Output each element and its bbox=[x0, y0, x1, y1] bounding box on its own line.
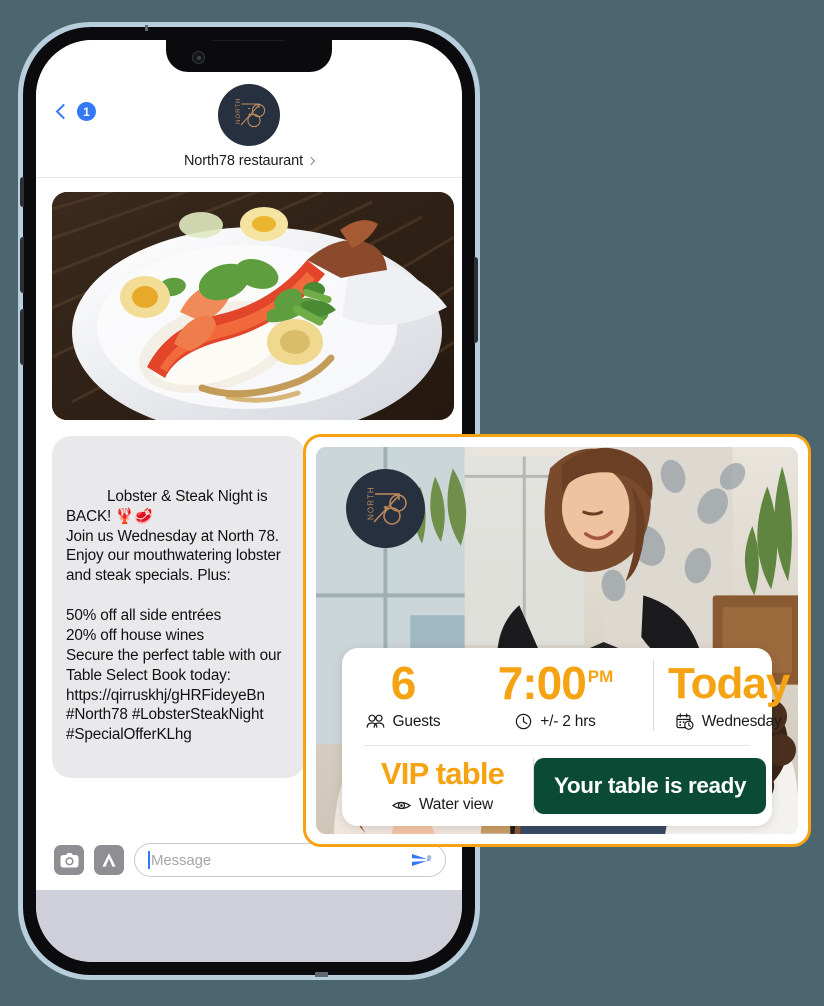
time-value-row: 7:00 PM bbox=[498, 660, 614, 706]
time-value: 7:00 bbox=[497, 656, 587, 709]
contact-name: North78 restaurant bbox=[183, 153, 316, 169]
booking-details-row-top: 6 Guests 7:00 PM +/- 2 hrs Today Wednesd… bbox=[348, 658, 790, 745]
table-type-label-row: Water view bbox=[391, 796, 494, 814]
text-caret bbox=[148, 851, 150, 869]
time-label: +/- 2 hrs bbox=[540, 712, 596, 730]
silent-switch[interactable] bbox=[20, 177, 24, 207]
guests-value: 6 bbox=[390, 656, 417, 709]
send-paperplane-icon bbox=[412, 854, 432, 866]
message-input[interactable]: Message bbox=[134, 843, 446, 877]
cta-cell: Your table is ready bbox=[534, 758, 767, 814]
time-cell[interactable]: 7:00 PM +/- 2 hrs bbox=[458, 659, 654, 731]
booking-details-row-bottom: VIP table Water view Your table is ready bbox=[348, 746, 767, 816]
table-ready-button[interactable]: Your table is ready bbox=[534, 758, 767, 814]
volume-up-button[interactable] bbox=[20, 237, 24, 293]
guests-cell[interactable]: 6 Guests bbox=[348, 660, 458, 731]
back-button[interactable]: 1 bbox=[55, 102, 96, 121]
message-text: Lobster & Steak Night is BACK! 🦞🥩 Join u… bbox=[66, 487, 282, 744]
send-button[interactable] bbox=[411, 851, 433, 869]
message-photo-attachment[interactable] bbox=[52, 192, 454, 420]
date-label-row: Wednesday bbox=[676, 713, 782, 731]
calendar-clock-icon bbox=[676, 713, 694, 730]
offer-card-logo: NORTH bbox=[346, 469, 425, 548]
phone-notch bbox=[166, 40, 332, 72]
guests-label-row: Guests bbox=[366, 713, 441, 731]
svg-text:NORTH: NORTH bbox=[235, 98, 242, 124]
table-type-cell[interactable]: VIP table Water view bbox=[348, 758, 534, 814]
date-value: Today bbox=[668, 658, 790, 708]
app-store-icon bbox=[102, 853, 116, 867]
booking-offer-card: NORTH 6 Guests 7:00 PM +/- 2 hrs Today W… bbox=[303, 434, 811, 847]
front-camera-icon bbox=[192, 51, 205, 64]
clock-icon bbox=[515, 713, 532, 730]
lobster-dish-image bbox=[52, 192, 454, 420]
earpiece-speaker bbox=[209, 40, 289, 41]
date-label: Wednesday bbox=[701, 712, 782, 730]
eye-icon bbox=[391, 799, 411, 812]
svg-text:NORTH: NORTH bbox=[367, 486, 376, 520]
time-meridiem: PM bbox=[587, 667, 614, 687]
guests-label: Guests bbox=[392, 712, 441, 730]
contact-name-text: North78 restaurant bbox=[183, 153, 304, 169]
unread-badge: 1 bbox=[77, 102, 96, 121]
camera-button[interactable] bbox=[54, 845, 84, 875]
antenna-line-top bbox=[145, 25, 148, 31]
avatar[interactable]: NORTH bbox=[218, 84, 280, 146]
people-group-icon bbox=[366, 714, 385, 729]
message-placeholder: Message bbox=[151, 851, 212, 869]
north78-logo-icon: NORTH bbox=[367, 486, 407, 525]
table-type-label: Water view bbox=[418, 796, 494, 813]
table-type-value: VIP table bbox=[380, 756, 505, 791]
power-button[interactable] bbox=[474, 257, 478, 343]
contact-header[interactable]: NORTH North78 restaurant bbox=[36, 84, 462, 169]
offer-photo: NORTH 6 Guests 7:00 PM +/- 2 hrs Today W… bbox=[316, 447, 798, 834]
booking-details-panel: 6 Guests 7:00 PM +/- 2 hrs Today Wednesd… bbox=[342, 647, 790, 826]
volume-down-button[interactable] bbox=[20, 309, 24, 365]
antenna-line-bottom bbox=[315, 972, 328, 977]
incoming-message-bubble[interactable]: Lobster & Steak Night is BACK! 🦞🥩 Join u… bbox=[47, 436, 305, 778]
time-label-row: +/- 2 hrs bbox=[515, 713, 596, 731]
chevron-right-icon bbox=[306, 156, 316, 166]
camera-icon bbox=[60, 852, 78, 867]
keyboard-area bbox=[36, 890, 462, 962]
chevron-left-icon bbox=[55, 103, 72, 120]
app-store-button[interactable] bbox=[94, 845, 124, 875]
bubble-tail bbox=[47, 761, 65, 778]
north78-logo-icon: NORTH bbox=[235, 98, 266, 128]
date-cell[interactable]: Today Wednesday bbox=[654, 658, 798, 731]
